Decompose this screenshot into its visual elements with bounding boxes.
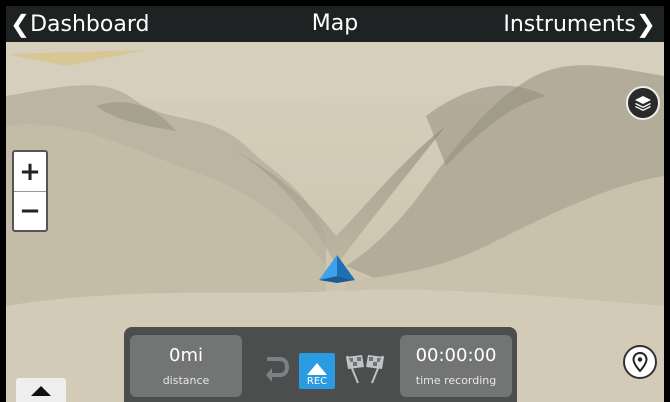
distance-value: 0mi (169, 345, 203, 366)
layers-button[interactable] (626, 86, 660, 120)
expand-panel-button[interactable] (16, 378, 66, 402)
back-label: Dashboard (30, 11, 150, 37)
distance-label: distance (162, 374, 210, 387)
zoom-in-button[interactable]: + (14, 152, 46, 191)
checkered-flags-icon[interactable] (340, 351, 390, 385)
chevron-right-icon: ❯ (635, 10, 656, 38)
top-nav-bar: ❮ Dashboard Map Instruments ❯ (6, 6, 664, 42)
zoom-controls: + − (12, 150, 48, 232)
chevron-up-icon (31, 386, 51, 396)
dashboard-back-button[interactable]: ❮ Dashboard (10, 6, 149, 42)
time-stat: 00:00:00 time recording (400, 335, 512, 397)
zoom-out-button[interactable]: − (14, 191, 46, 230)
map-pin-icon (632, 352, 648, 372)
record-label: REC (306, 376, 328, 387)
time-label: time recording (415, 374, 497, 387)
record-triangle-icon (307, 363, 327, 375)
location-button[interactable] (623, 345, 657, 379)
recording-panel: 0mi distance REC 00:00:00 time recording (124, 327, 517, 402)
chevron-left-icon: ❮ (10, 10, 31, 38)
distance-stat: 0mi distance (130, 335, 242, 397)
record-button[interactable]: REC (299, 353, 335, 389)
time-value: 00:00:00 (415, 345, 497, 366)
position-marker-icon (319, 255, 355, 283)
instruments-forward-button[interactable]: Instruments ❯ (503, 6, 656, 42)
layers-icon (635, 96, 651, 111)
map-view[interactable]: ❮ Dashboard Map Instruments ❯ + − 0mi di… (6, 6, 664, 402)
forward-label: Instruments (503, 11, 636, 37)
undo-icon[interactable] (258, 351, 292, 385)
